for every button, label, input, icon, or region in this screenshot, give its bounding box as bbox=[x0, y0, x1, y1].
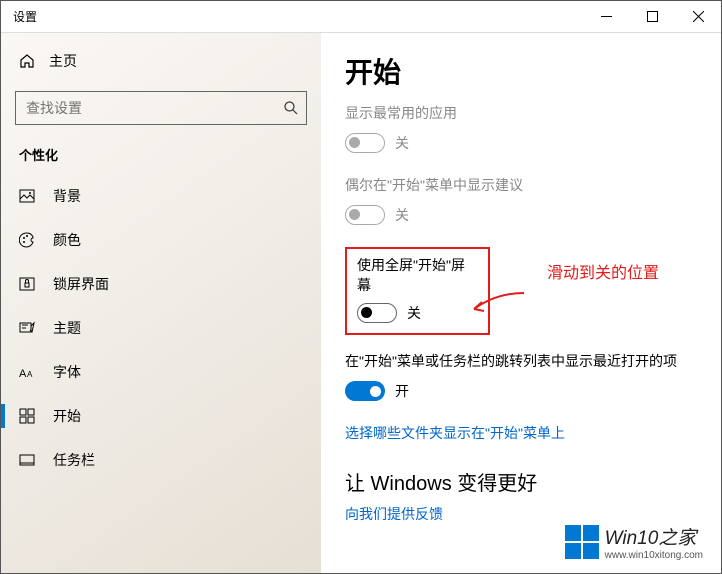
picture-icon bbox=[19, 188, 35, 204]
font-icon: AA bbox=[19, 364, 35, 380]
link-feedback[interactable]: 向我们提供反馈 bbox=[345, 504, 697, 524]
toggle-most-used-apps[interactable] bbox=[345, 133, 385, 153]
feedback-heading: 让 Windows 变得更好 bbox=[345, 467, 697, 496]
maximize-button[interactable] bbox=[629, 1, 675, 32]
toggle-suggestions[interactable] bbox=[345, 205, 385, 225]
theme-icon bbox=[19, 320, 35, 336]
toggle-state: 关 bbox=[407, 303, 421, 323]
sidebar-item-start[interactable]: 开始 bbox=[1, 394, 321, 438]
setting-label: 使用全屏"开始"屏幕 bbox=[357, 255, 478, 295]
minimize-button[interactable] bbox=[583, 1, 629, 32]
window-title: 设置 bbox=[1, 8, 583, 25]
nav-label: 字体 bbox=[53, 362, 81, 382]
windows-logo-icon bbox=[565, 525, 599, 559]
taskbar-icon bbox=[19, 452, 35, 468]
search-input[interactable] bbox=[15, 91, 307, 125]
app-container: 主页 个性化 背景 颜色 锁屏界面 主题 AA 字体 开始 bbox=[1, 33, 721, 573]
watermark: Win10之家 www.win10xitong.com bbox=[565, 523, 703, 561]
sidebar-item-taskbar[interactable]: 任务栏 bbox=[1, 438, 321, 482]
toggle-state: 开 bbox=[395, 381, 409, 401]
start-icon bbox=[19, 408, 35, 424]
close-button[interactable] bbox=[675, 1, 721, 32]
nav-label: 背景 bbox=[53, 186, 81, 206]
sidebar-item-background[interactable]: 背景 bbox=[1, 174, 321, 218]
toggle-fullscreen-start[interactable] bbox=[357, 303, 397, 323]
nav-label: 任务栏 bbox=[53, 450, 95, 470]
sidebar-item-lockscreen[interactable]: 锁屏界面 bbox=[1, 262, 321, 306]
watermark-url: www.win10xitong.com bbox=[605, 550, 703, 561]
home-icon bbox=[19, 53, 35, 69]
home-nav[interactable]: 主页 bbox=[1, 41, 321, 81]
titlebar: 设置 bbox=[1, 1, 721, 33]
setting-suggestions: 偶尔在"开始"菜单中显示建议 关 bbox=[345, 175, 697, 225]
svg-text:A: A bbox=[19, 368, 27, 380]
section-title: 个性化 bbox=[1, 145, 321, 174]
window-controls bbox=[583, 1, 721, 32]
svg-text:A: A bbox=[27, 370, 33, 379]
annotation-text: 滑动到关的位置 bbox=[547, 259, 659, 283]
main-content: 开始 显示最常用的应用 关 偶尔在"开始"菜单中显示建议 关 使用全屏"开始"屏… bbox=[321, 33, 721, 573]
nav-label: 开始 bbox=[53, 406, 81, 426]
home-label: 主页 bbox=[49, 51, 77, 71]
nav-label: 锁屏界面 bbox=[53, 274, 109, 294]
toggle-state: 关 bbox=[395, 205, 409, 225]
annotation-arrow-icon bbox=[466, 289, 526, 319]
link-choose-folders[interactable]: 选择哪些文件夹显示在"开始"菜单上 bbox=[345, 423, 697, 443]
setting-label: 在"开始"菜单或任务栏的跳转列表中显示最近打开的项 bbox=[345, 351, 697, 371]
setting-jump-lists: 在"开始"菜单或任务栏的跳转列表中显示最近打开的项 开 bbox=[345, 351, 697, 401]
search-container bbox=[15, 91, 307, 125]
sidebar-item-fonts[interactable]: AA 字体 bbox=[1, 350, 321, 394]
watermark-brand: Win10之家 bbox=[605, 523, 703, 550]
lock-icon bbox=[19, 276, 35, 292]
toggle-state: 关 bbox=[395, 133, 409, 153]
page-title: 开始 bbox=[345, 51, 697, 91]
nav-label: 主题 bbox=[53, 318, 81, 338]
sidebar-item-themes[interactable]: 主题 bbox=[1, 306, 321, 350]
sidebar-item-colors[interactable]: 颜色 bbox=[1, 218, 321, 262]
setting-label: 显示最常用的应用 bbox=[345, 103, 697, 123]
setting-most-used-apps: 显示最常用的应用 关 bbox=[345, 103, 697, 153]
setting-label: 偶尔在"开始"菜单中显示建议 bbox=[345, 175, 697, 195]
sidebar: 主页 个性化 背景 颜色 锁屏界面 主题 AA 字体 开始 bbox=[1, 33, 321, 573]
palette-icon bbox=[19, 232, 35, 248]
search-icon bbox=[283, 100, 299, 116]
nav-label: 颜色 bbox=[53, 230, 81, 250]
toggle-jump-lists[interactable] bbox=[345, 381, 385, 401]
